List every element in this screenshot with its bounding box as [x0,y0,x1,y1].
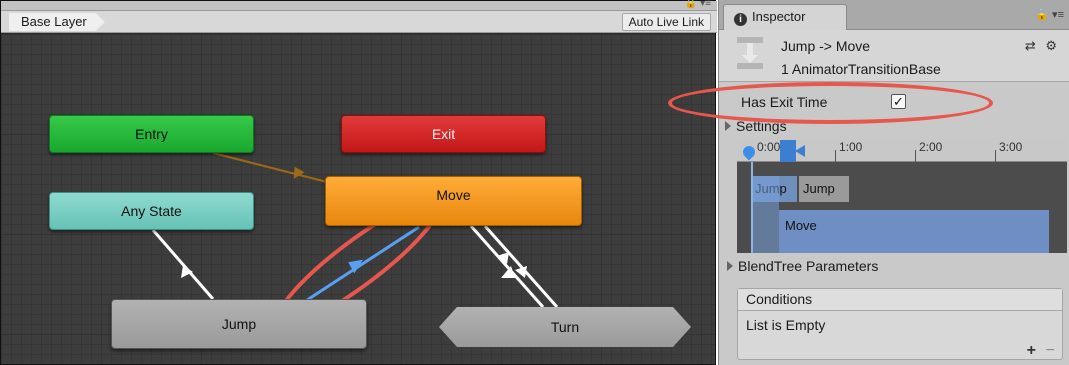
tick-label: 3:00 [999,140,1023,154]
transition-move-turn[interactable] [469,225,545,308]
tick-label: 1:00 [839,140,863,154]
playhead-marker-icon[interactable] [740,143,758,161]
tab-inspector[interactable]: i Inspector [723,4,847,30]
jump-clip-bar-ghost: Jump [799,176,849,202]
foldout-arrow-icon [727,261,733,271]
transition-end-handle-icon[interactable] [795,145,805,157]
conditions-empty-text: List is Empty [746,317,826,333]
breadcrumb-base-layer[interactable]: Base Layer [9,13,105,31]
inspector-tab-bar: i Inspector 🔒 ▾≡ [719,0,1069,30]
state-entry[interactable]: Entry [49,115,254,153]
settings-gear-icon[interactable]: ⇄ ⚙ [1025,38,1060,54]
tick-label: 2:00 [919,140,943,154]
transition-range-handle[interactable] [780,140,796,162]
annotation-ellipse-has-exit-time [668,82,993,124]
state-any-state[interactable]: Any State [49,192,254,230]
foldout-arrow-icon [725,121,731,131]
animator-tab-bar: 🔒 ▾≡ [1,0,717,11]
tick-mark [915,150,916,162]
state-exit[interactable]: Exit [341,115,546,153]
state-jump[interactable]: Jump [111,299,367,349]
inspector-subtitle: 1 AnimatorTransitionBase [781,61,941,77]
tick-label: 0:00 [757,140,781,154]
conditions-header: Conditions [738,289,1062,311]
tick-mark [995,150,996,162]
timeline-ruler: 0:00 1:00 2:00 3:00 [737,138,1067,162]
blendtree-parameters-foldout[interactable]: BlendTree Parameters [727,258,878,274]
transition-timeline[interactable]: 0:00 1:00 2:00 3:00 Jump Jump Move [737,138,1067,253]
transition-any-jump[interactable] [151,229,215,300]
transition-icon [737,37,763,69]
auto-live-link-button[interactable]: Auto Live Link [621,13,711,31]
tick-mark [835,150,836,162]
state-turn[interactable]: Turn [439,307,691,347]
animator-toolbar: Base Layer Auto Live Link [1,11,717,33]
state-move[interactable]: Move [325,176,582,226]
tab-inspector-label: Inspector [752,9,806,24]
state-machine-graph[interactable]: Entry Exit Any State Move Jump Turn [1,34,715,364]
add-condition-button[interactable]: + [1027,342,1036,360]
playhead-line [751,162,753,253]
transition-blend-overlay [751,176,779,253]
inspector-title: Jump -> Move [781,38,871,54]
lock-icon[interactable]: 🔒 ▾≡ [685,0,711,9]
timeline-tracks: Jump Jump Move [737,162,1067,253]
transition-entry-move[interactable] [212,152,328,183]
blendtree-parameters-label: BlendTree Parameters [738,258,879,274]
inspector-header: Jump -> Move 1 AnimatorTransitionBase ⇄ … [719,30,1069,82]
inspector-window: i Inspector 🔒 ▾≡ Jump -> Move 1 AnimatorT… [718,0,1069,365]
info-icon: i [734,13,747,26]
animator-window: 🔒 ▾≡ Base Layer Auto Live Link Entry Exi [0,0,717,365]
conditions-list: Conditions List is Empty + − [737,288,1063,360]
move-clip-bar[interactable]: Move [779,210,1049,253]
lock-icon[interactable]: 🔒 ▾≡ [1035,8,1064,21]
transition-turn-move[interactable] [483,225,559,308]
remove-condition-button[interactable]: − [1046,342,1055,360]
